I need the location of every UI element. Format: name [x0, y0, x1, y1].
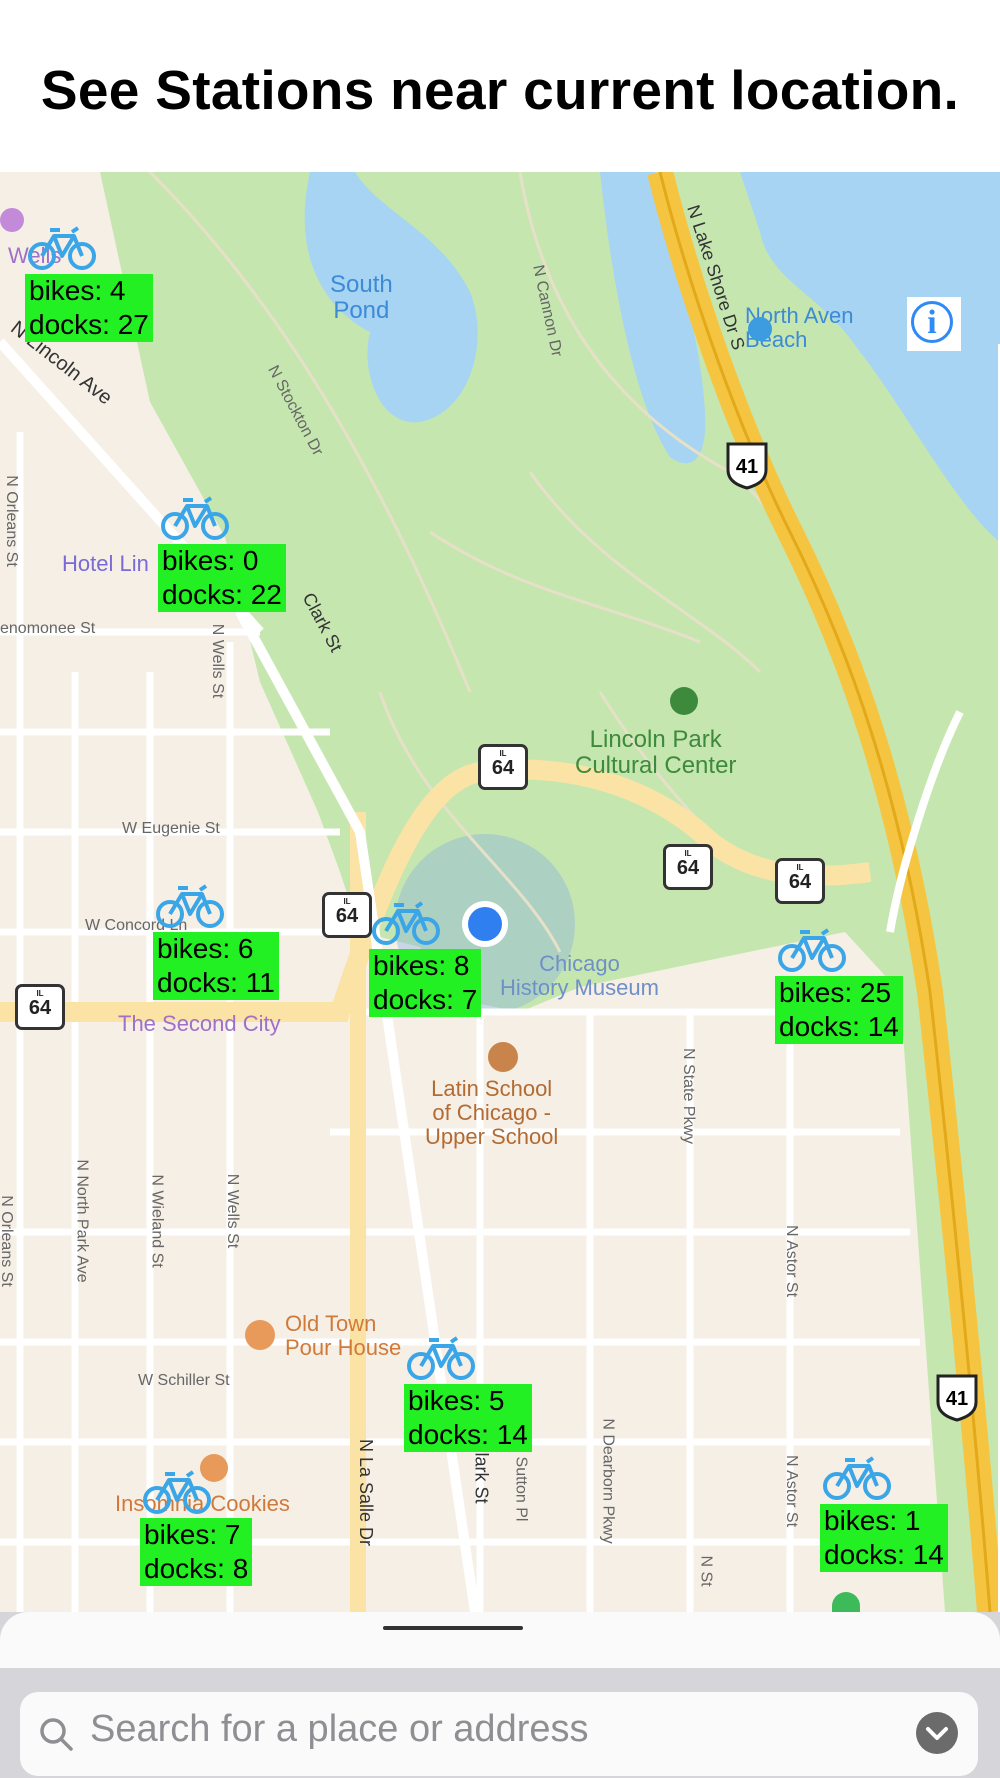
station-counts: bikes: 0 docks: 22	[158, 544, 286, 612]
search-input[interactable]: Search for a place or address	[90, 1708, 589, 1751]
info-icon: i	[911, 301, 953, 343]
map-info-button[interactable]: i	[907, 297, 961, 351]
south-pond-label: South Pond	[330, 271, 393, 325]
user-location-dot[interactable]	[462, 901, 508, 947]
street-orleans-top: N Orleans St	[2, 475, 20, 567]
bottom-sheet[interactable]: Search for a place or address	[0, 1612, 1000, 1778]
location-icon	[468, 907, 502, 941]
sheet-grabber[interactable]	[383, 1626, 523, 1630]
street-sutton: N Sutton Pl	[512, 1440, 530, 1522]
street-north-park: N North Park Ave	[73, 1159, 91, 1283]
map-view[interactable]: South Pond North Aven Beach Lincoln Park…	[0, 172, 1000, 1612]
station-counts: bikes: 25 docks: 14	[775, 976, 903, 1044]
bike-icon	[143, 1470, 211, 1514]
chevron-down-icon[interactable]	[916, 1712, 958, 1754]
street-astor-bottom: N Astor St	[783, 1454, 801, 1528]
station-counts: bikes: 5 docks: 14	[404, 1384, 532, 1452]
station-counts: bikes: 1 docks: 14	[820, 1504, 948, 1572]
bike-icon	[156, 884, 224, 928]
il64-shield: IL 64	[15, 984, 65, 1030]
the-second-city-label[interactable]: The Second City	[118, 1011, 281, 1036]
street-eugenie: W Eugenie St	[122, 820, 220, 837]
street-wells-bottom: N Wells St	[224, 1173, 242, 1249]
street-orleans-bottom: N Orleans St	[0, 1195, 15, 1287]
station-counts: bikes: 7 docks: 8	[140, 1518, 253, 1586]
station-counts: bikes: 6 docks: 11	[153, 932, 279, 1000]
street-state: N State Pkwy	[680, 1047, 698, 1145]
bike-icon	[407, 1336, 475, 1380]
svg-text:41: 41	[736, 456, 758, 478]
old-town-pour-house-label[interactable]: Old Town Pour House	[285, 1311, 401, 1360]
street-la-salle: N La Salle Dr	[356, 1438, 377, 1547]
hotel-lincoln-label[interactable]: Hotel Lin	[62, 551, 149, 576]
il64-shield: IL 64	[663, 844, 713, 890]
street-wieland: N Wieland St	[148, 1174, 166, 1268]
us41-shield: 41	[722, 440, 772, 490]
svg-text:41: 41	[946, 1388, 968, 1410]
il64-shield: IL 64	[478, 744, 528, 790]
sheet-header	[0, 1612, 1000, 1668]
search-icon	[40, 1718, 73, 1751]
us41-shield: 41	[932, 1372, 982, 1422]
chicago-history-museum-label[interactable]: Chicago History Museum	[500, 951, 659, 1000]
latin-school-label[interactable]: Latin School of Chicago - Upper School	[425, 1076, 558, 1150]
bike-icon	[823, 1456, 891, 1500]
beach-icon	[748, 317, 772, 341]
bike-icon	[161, 496, 229, 540]
music-venue-icon	[0, 208, 24, 232]
restaurant-icon	[245, 1320, 275, 1350]
il64-shield: IL 64	[775, 858, 825, 904]
school-icon	[488, 1042, 518, 1072]
street-menomonee: enomonee St	[0, 620, 96, 637]
search-bar[interactable]: Search for a place or address	[20, 1692, 978, 1776]
bike-icon	[372, 901, 440, 945]
street-wells-top: N Wells St	[209, 623, 227, 699]
street-astor-mid: N Astor St	[783, 1224, 801, 1298]
bike-icon	[778, 928, 846, 972]
park-pin-icon	[670, 687, 698, 715]
page-headline: See Stations near current location.	[40, 59, 960, 121]
bike-icon	[28, 226, 96, 270]
street-schiller: W Schiller St	[138, 1372, 230, 1389]
street-n-st: N St	[697, 1555, 715, 1587]
station-counts: bikes: 4 docks: 27	[25, 274, 153, 342]
lincoln-park-cultural-center-label[interactable]: Lincoln Park Cultural Center	[575, 726, 736, 780]
il64-shield: IL 64	[322, 892, 372, 938]
park-marker-icon	[832, 1592, 860, 1612]
street-dearborn: N Dearborn Pkwy	[599, 1418, 617, 1544]
station-counts: bikes: 8 docks: 7	[369, 949, 482, 1017]
